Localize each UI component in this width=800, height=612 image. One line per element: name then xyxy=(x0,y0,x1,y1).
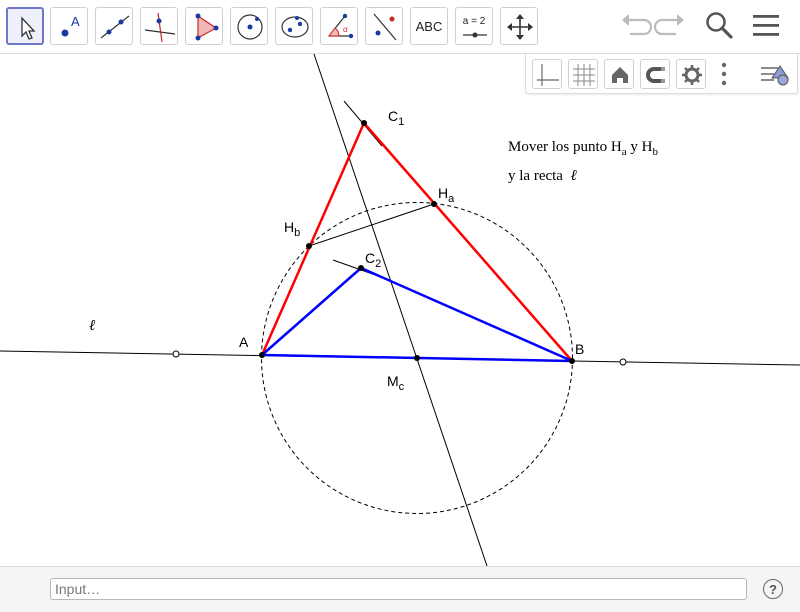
label-line-l: ℓ xyxy=(89,316,96,334)
instruction-line-2: y la recta ℓ xyxy=(508,166,577,184)
label-c2: C2 xyxy=(365,250,382,270)
help-icon[interactable]: ? xyxy=(763,579,783,599)
point-hb[interactable] xyxy=(306,243,312,249)
input-bar: ? xyxy=(0,566,800,612)
label-b: B xyxy=(575,341,585,357)
point-b[interactable] xyxy=(569,358,575,364)
point-a[interactable] xyxy=(259,352,265,358)
perpendicular-bisector[interactable] xyxy=(313,53,488,566)
label-a: A xyxy=(239,334,249,350)
point-mc[interactable] xyxy=(414,355,420,361)
segment-ha-hb[interactable] xyxy=(308,203,435,247)
point-c2[interactable] xyxy=(358,265,364,271)
input-field[interactable] xyxy=(50,578,747,600)
label-c1: C1 xyxy=(388,108,405,128)
instruction-text[interactable]: Mover los punto Ha y Hb y la recta ℓ xyxy=(508,136,658,188)
point-ha[interactable] xyxy=(431,201,437,207)
line-l-point-1[interactable] xyxy=(172,350,180,358)
label-ha: Ha xyxy=(438,185,455,205)
line-l-point-2[interactable] xyxy=(619,358,627,366)
label-mc: Mc xyxy=(387,373,405,393)
instruction-line-1: Mover los punto Ha y Hb xyxy=(508,139,658,158)
triangle-c2[interactable] xyxy=(261,266,573,363)
point-c1[interactable] xyxy=(361,120,367,126)
label-hb: Hb xyxy=(284,219,301,239)
graphics-view[interactable] xyxy=(0,0,800,566)
instruction-line-symbol: ℓ xyxy=(570,166,577,184)
